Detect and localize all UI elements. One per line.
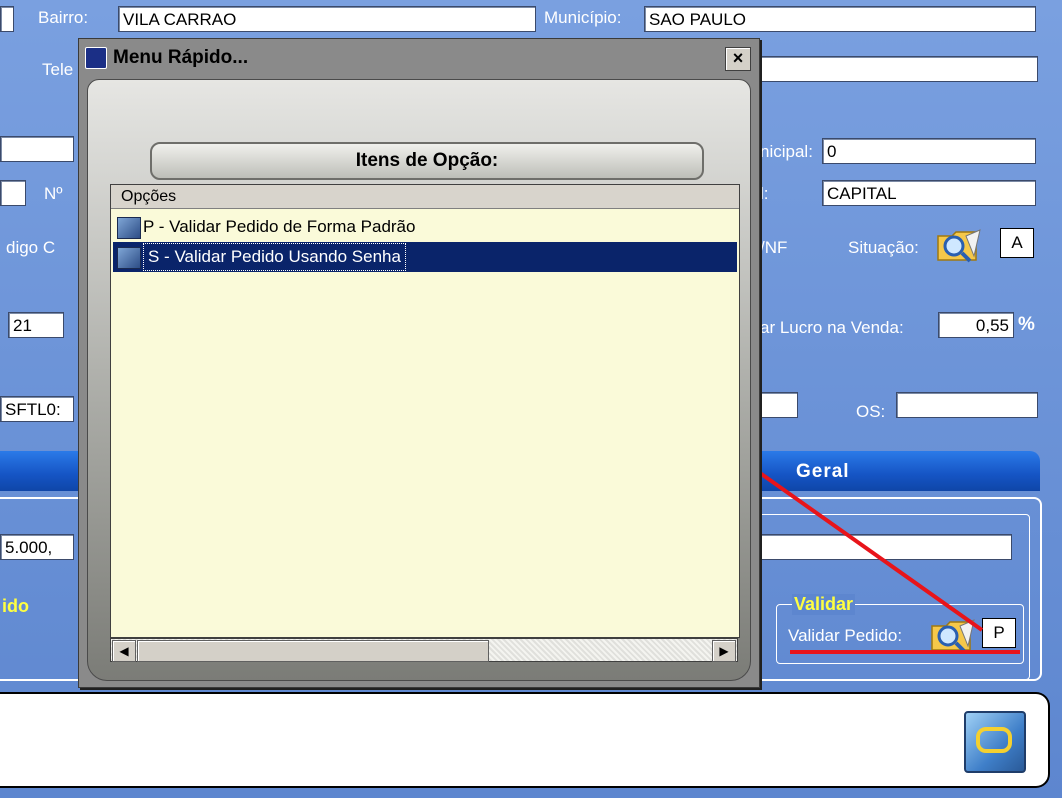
numero-label: Nº	[44, 184, 63, 203]
lucro-unit: %	[1018, 314, 1035, 335]
validar-pedido-field[interactable]: P	[982, 618, 1016, 648]
app-icon	[85, 47, 107, 69]
municipio-label: Município:	[544, 8, 622, 27]
bairro-label: Bairro:	[38, 8, 89, 27]
exit-button[interactable]	[964, 711, 1026, 773]
exit-icon	[976, 727, 1012, 753]
list-item-validar-padrao[interactable]: P - Validar Pedido de Forma Padrão	[113, 212, 737, 242]
list-item-label: S - Validar Pedido Usando Senha	[143, 243, 406, 271]
lucro-field[interactable]: 0,55	[938, 312, 1014, 338]
option-item-icon	[117, 217, 141, 239]
option-item-icon	[117, 247, 141, 269]
scroll-thumb[interactable]	[137, 640, 489, 662]
left-edge-field[interactable]	[0, 6, 14, 32]
situacao-label: Situação:	[848, 238, 919, 257]
list-column-header[interactable]: Opções	[111, 185, 739, 209]
quick-menu-dialog: Menu Rápido... × Itens de Opção: Opções …	[78, 38, 760, 688]
regiao-field[interactable]: CAPITAL	[822, 180, 1036, 206]
field-21[interactable]: 21	[8, 312, 64, 338]
situacao-search-button[interactable]	[936, 226, 982, 264]
os-label: OS:	[856, 402, 886, 421]
os-field[interactable]	[896, 392, 1038, 418]
dialog-body: Itens de Opção: Opções P - Validar Pedid…	[87, 79, 751, 681]
dialog-title: Menu Rápido...	[113, 47, 249, 68]
annotation-underline	[790, 650, 1020, 654]
bottom-panel	[0, 692, 1050, 788]
insc-municipal-field[interactable]: 0	[822, 138, 1036, 164]
validar-pedido-label: Validar Pedido:	[788, 626, 903, 645]
complemento-field[interactable]	[0, 180, 26, 206]
options-header-button: Itens de Opção:	[150, 142, 704, 180]
regiao-label: l:	[760, 184, 769, 203]
list-item-validar-senha[interactable]: S - Validar Pedido Usando Senha	[113, 242, 737, 272]
close-button[interactable]: ×	[725, 47, 751, 71]
tab-geral[interactable]: Geral	[796, 461, 850, 483]
municipio-field[interactable]: SAO PAULO	[644, 6, 1036, 32]
observacao-field[interactable]	[756, 534, 1012, 560]
telefone-label: Tele	[42, 60, 74, 79]
codigo-value-field[interactable]: SFTL0:	[0, 396, 74, 422]
pedido-group-label: ido	[2, 596, 29, 616]
scroll-left-button[interactable]: ◀	[112, 640, 136, 662]
scroll-right-button[interactable]: ▶	[712, 640, 736, 662]
horizontal-scrollbar[interactable]: ◀ ▶	[110, 638, 738, 662]
valor-field[interactable]: 5.000,	[0, 534, 74, 560]
nf-label: /NF	[760, 238, 788, 257]
options-list[interactable]: Opções P - Validar Pedido de Forma Padrã…	[110, 184, 740, 638]
endereco-field[interactable]	[0, 136, 74, 162]
lucro-label: ar Lucro na Venda:	[760, 318, 904, 337]
middle-right-field[interactable]	[756, 392, 798, 418]
telefone-right-field[interactable]	[756, 56, 1038, 82]
insc-municipal-label: nicipal:	[760, 142, 813, 161]
list-item-label: P - Validar Pedido de Forma Padrão	[143, 217, 416, 236]
situacao-field[interactable]: A	[1000, 228, 1034, 258]
dialog-titlebar[interactable]: Menu Rápido... ×	[79, 39, 759, 77]
folder-magnifier-icon	[937, 229, 981, 263]
validar-group-label: Validar	[792, 594, 856, 615]
bairro-field[interactable]: VILA CARRAO	[118, 6, 536, 32]
codigo-label: digo C	[6, 238, 56, 257]
